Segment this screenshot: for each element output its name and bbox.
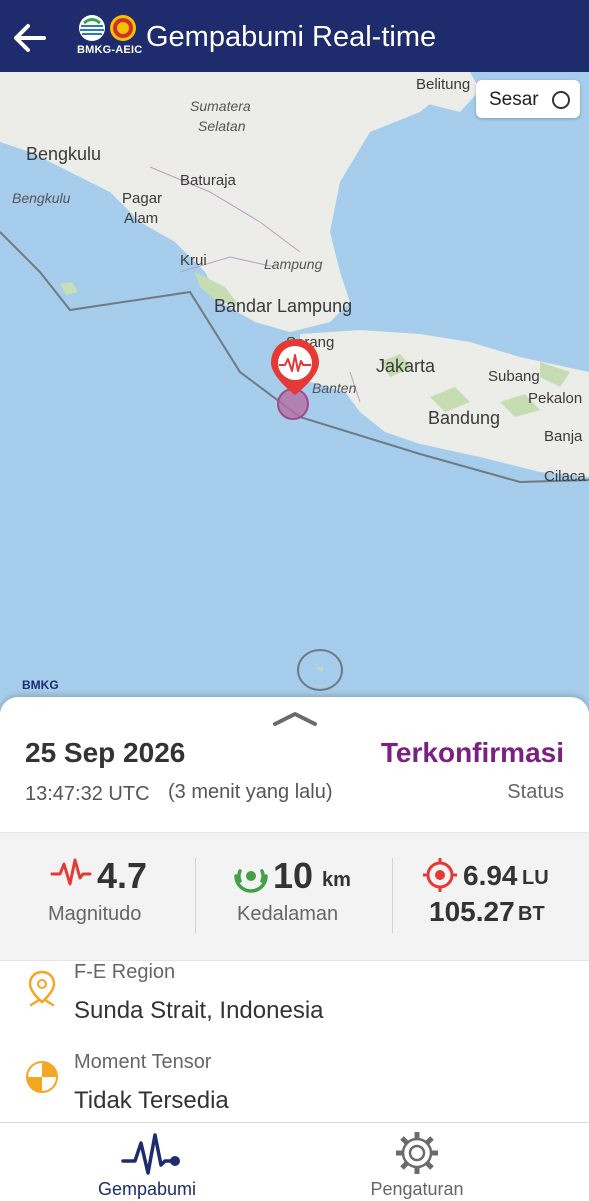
status-label: Status <box>507 781 564 803</box>
page-title: Gempabumi Real-time <box>146 21 437 53</box>
map-label-pekalongan: Pekalon <box>528 390 583 407</box>
bmkg-watermark-text: BMKG <box>22 678 59 692</box>
map-label-bengkulu-province: Bengkulu <box>12 190 71 206</box>
fault-toggle-label: Sesar <box>489 89 539 110</box>
region-label: F-E Region <box>74 961 176 983</box>
depth-value: 10 <box>273 855 314 896</box>
map-label-jakarta: Jakarta <box>376 356 436 376</box>
bottom-navigation: Gempabumi Pengaturan <box>0 1122 589 1201</box>
map-label-baturaja: Baturaja <box>180 172 236 189</box>
map-label-sumatera: Sumatera <box>190 98 251 114</box>
map-label-bandar-lampung: Bandar Lampung <box>214 296 353 316</box>
map-label-pagar: Pagar <box>122 190 163 207</box>
depth-label: Kedalaman <box>237 903 339 925</box>
moment-tensor-icon <box>26 1061 58 1093</box>
map-label-cilacap: Cilaca <box>544 468 586 485</box>
radio-circle-icon <box>552 91 570 109</box>
seismograph-icon <box>50 858 92 886</box>
latitude-value: 6.94 <box>463 860 518 891</box>
nav-label: Pengaturan <box>370 1179 464 1199</box>
region-value: Sunda Strait, Indonesia <box>74 997 324 1024</box>
event-time: 13:47:32 UTC <box>25 783 150 805</box>
map-label-selatan: Selatan <box>198 118 246 134</box>
region-pin-icon <box>28 970 56 1007</box>
status-value: Terkonfirmasi <box>380 737 564 768</box>
epicenter-marker[interactable] <box>265 337 325 423</box>
depth-unit: km <box>322 869 351 891</box>
map-label-banjar: Banja <box>544 428 583 445</box>
gear-icon <box>396 1132 438 1174</box>
longitude-value: 105.27 <box>429 896 515 927</box>
moment-tensor-label: Moment Tensor <box>74 1051 212 1073</box>
depth-icon <box>234 869 268 893</box>
divider <box>392 858 393 933</box>
chevron-up-icon[interactable] <box>272 711 318 727</box>
magnitude-label: Magnitudo <box>48 903 142 925</box>
longitude-unit: BT <box>518 903 545 925</box>
magnitude-value: 4.7 <box>97 855 148 896</box>
map-label-belitung: Belitung <box>416 76 471 93</box>
map-label-bandung: Bandung <box>428 408 501 428</box>
latitude-unit: LU <box>522 867 549 889</box>
location-target-icon <box>423 858 457 892</box>
seismograph-icon <box>121 1133 180 1175</box>
app-bar: BMKG-AEIC Gempabumi Real-time <box>0 0 589 72</box>
nav-item-pengaturan[interactable]: Pengaturan <box>294 1123 588 1201</box>
map-label-lampung: Lampung <box>264 256 323 272</box>
fault-toggle-button[interactable]: Sesar <box>476 80 580 118</box>
nav-label: Gempabumi <box>97 1179 197 1199</box>
earthquake-map[interactable]: Belitung Sumatera Selatan Bengkulu Bengk… <box>0 72 589 712</box>
map-label-alam: Alam <box>124 210 159 227</box>
event-date: 25 Sep 2026 <box>25 737 186 768</box>
event-detail-sheet: 25 Sep 2026 13:47:32 UTC (3 menit yang l… <box>0 697 589 1122</box>
back-arrow-icon[interactable] <box>10 20 50 56</box>
map-label-bengkulu-city: Bengkulu <box>26 144 102 164</box>
event-stats: 4.7 Magnitudo 10 km Kedalaman 6.94 LU 10… <box>0 832 589 961</box>
nav-item-gempabumi[interactable]: Gempabumi <box>0 1123 294 1201</box>
map-label-krui: Krui <box>180 252 207 269</box>
event-time-ago: (3 menit yang lalu) <box>168 781 333 803</box>
moment-tensor-value: Tidak Tersedia <box>74 1087 229 1114</box>
divider <box>195 858 196 933</box>
map-label-subang: Subang <box>488 368 540 385</box>
logo-text: BMKG-AEIC <box>77 44 143 56</box>
